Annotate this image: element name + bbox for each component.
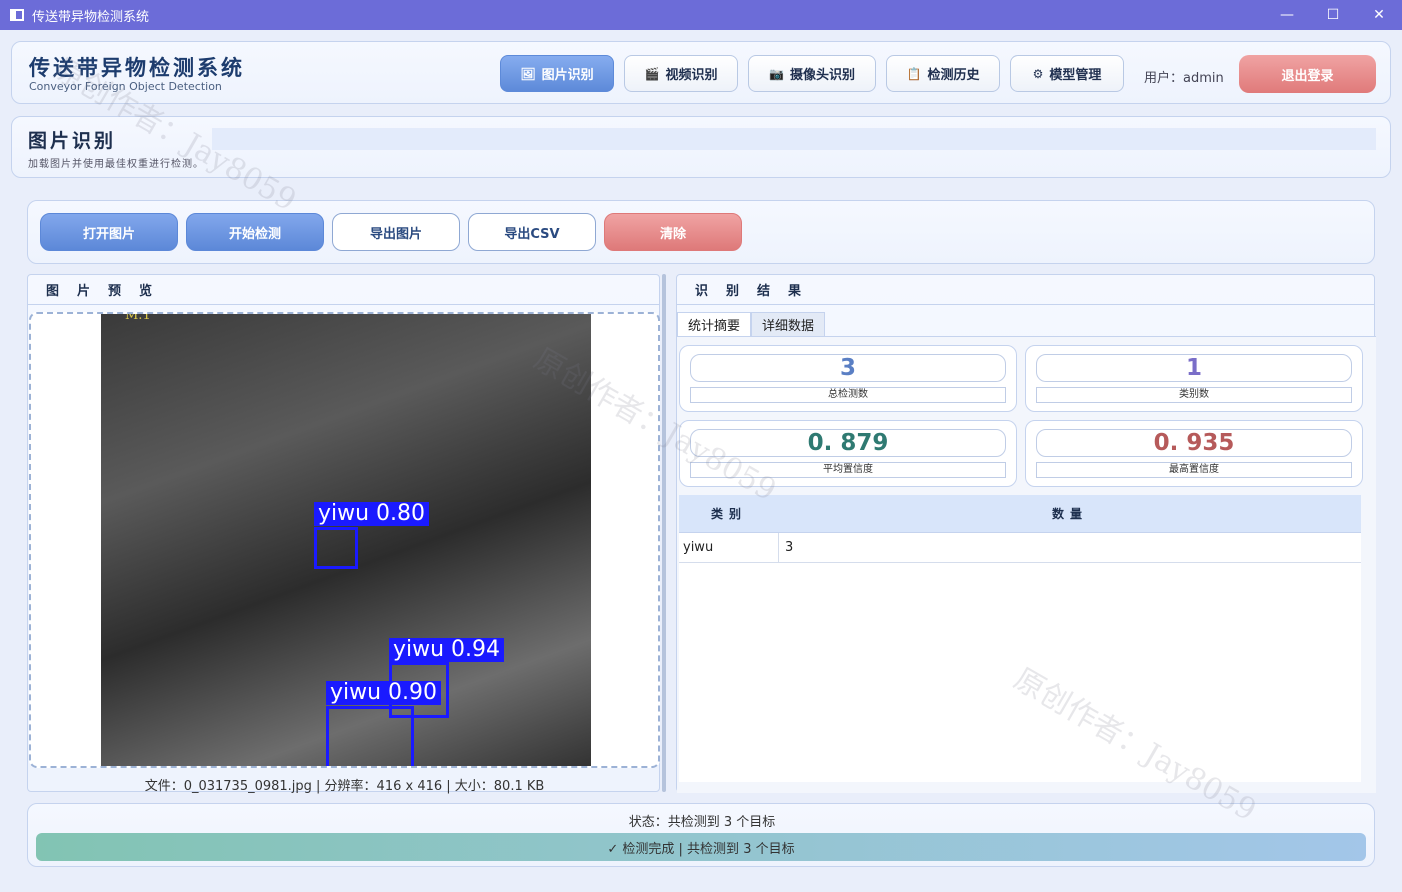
stat-card-max-confidence: 0. 935 最高置信度 <box>1025 420 1363 487</box>
image-corner-label: M.1 <box>125 312 151 323</box>
stat-card-avg-confidence: 0. 879 平均置信度 <box>679 420 1017 487</box>
camera-icon: 📷 <box>769 66 784 81</box>
page-subtitle: 加载图片并使用最佳权重进行检测。 <box>28 159 204 170</box>
detection-box <box>314 527 358 569</box>
nav-label: 检测历史 <box>927 68 980 83</box>
table-cell: yiwu <box>679 533 779 562</box>
nav-camera-recognition[interactable]: 📷 摄像头识别 <box>748 55 876 92</box>
clipboard-icon: 📋 <box>906 66 922 81</box>
preview-box[interactable]: M.1 yiwu 0.80 yiwu 0.94 yiwu 0.90 <box>29 312 660 768</box>
page-title-panel: 图片识别 加载图片并使用最佳权重进行检测。 <box>11 116 1391 178</box>
gear-icon: ⚙ <box>1032 66 1044 81</box>
tab-summary[interactable]: 统计摘要 <box>677 312 752 336</box>
nav-model-management[interactable]: ⚙ 模型管理 <box>1010 55 1124 92</box>
open-image-button[interactable]: 打开图片 <box>40 213 178 251</box>
stat-value: 3 <box>690 354 1006 382</box>
maximize-icon[interactable]: ☐ <box>1310 0 1356 30</box>
preview-header: 图片预览 <box>28 275 659 305</box>
nav-label: 图片识别 <box>541 68 594 83</box>
clear-button[interactable]: 清除 <box>604 213 742 251</box>
table-header: 类别 数量 <box>679 495 1361 533</box>
panel-splitter[interactable] <box>662 274 666 792</box>
stat-card-classes: 1 类别数 <box>1025 345 1363 412</box>
nav-label: 模型管理 <box>1049 68 1102 83</box>
user-label: 用户：admin <box>1144 71 1224 86</box>
main-nav: 🖼 图片识别 🎬 视频识别 📷 摄像头识别 📋 检测历史 ⚙ 模型管理 <box>500 55 1124 92</box>
video-icon: 🎬 <box>644 66 660 81</box>
logout-button[interactable]: 退出登录 <box>1239 55 1376 93</box>
column-header-class[interactable]: 类别 <box>679 495 779 532</box>
stat-label: 类别数 <box>1036 387 1352 403</box>
summary-tab-body: 3 总检测数 1 类别数 0. 879 平均置信度 0. 935 最高置信度 类… <box>677 336 1376 793</box>
nav-detection-history[interactable]: 📋 检测历史 <box>886 55 1000 92</box>
results-panel: 识别结果 统计摘要 详细数据 3 总检测数 1 类别数 0. 879 平均置信度… <box>676 274 1376 793</box>
stat-card-total: 3 总检测数 <box>679 345 1017 412</box>
stat-value: 0. 879 <box>690 429 1006 457</box>
detection-label: yiwu 0.90 <box>326 681 442 705</box>
action-toolbar: 打开图片 开始检测 导出图片 导出CSV 清除 <box>27 200 1375 264</box>
stat-value: 1 <box>1036 354 1352 382</box>
close-icon[interactable]: ✕ <box>1356 0 1402 30</box>
minimize-icon[interactable]: — <box>1264 0 1310 30</box>
file-info: 文件：0_031735_0981.jpg | 分辨率：416 x 416 | 大… <box>144 779 545 794</box>
nav-video-recognition[interactable]: 🎬 视频识别 <box>624 55 738 92</box>
detection-box <box>326 706 414 766</box>
detection-label: yiwu 0.94 <box>389 638 505 662</box>
preview-image: M.1 yiwu 0.80 yiwu 0.94 yiwu 0.90 <box>101 314 591 766</box>
detection-label: yiwu 0.80 <box>314 502 430 526</box>
stat-label: 平均置信度 <box>690 462 1006 478</box>
page-title: 图片识别 <box>28 130 117 152</box>
title-strip <box>212 128 1376 150</box>
brand-subtitle: Conveyor Foreign Object Detection <box>29 80 222 93</box>
app-icon <box>10 9 24 21</box>
nav-label: 视频识别 <box>665 68 718 83</box>
results-tabs: 统计摘要 详细数据 <box>677 312 826 336</box>
stat-label: 最高置信度 <box>1036 462 1352 478</box>
window-controls: — ☐ ✕ <box>1264 0 1402 30</box>
status-panel: 状态：共检测到 3 个目标 ✓ 检测完成 | 共检测到 3 个目标 <box>27 803 1375 867</box>
image-preview-panel: 图片预览 M.1 yiwu 0.80 yiwu 0.94 yiwu 0.90 文… <box>27 274 660 794</box>
table-cell: 3 <box>785 540 794 555</box>
class-count-table: 类别 数量 yiwu 3 <box>679 495 1361 782</box>
start-detect-button[interactable]: 开始检测 <box>186 213 324 251</box>
image-icon: 🖼 <box>520 66 536 81</box>
nav-image-recognition[interactable]: 🖼 图片识别 <box>500 55 614 92</box>
window-title: 传送带异物检测系统 <box>32 9 150 25</box>
brand-title: 传送带异物检测系统 <box>29 55 245 80</box>
stat-label: 总检测数 <box>690 387 1006 403</box>
progress-bar: ✓ 检测完成 | 共检测到 3 个目标 <box>36 833 1366 861</box>
stat-value: 0. 935 <box>1036 429 1352 457</box>
status-text: 状态：共检测到 3 个目标 <box>628 815 776 830</box>
export-csv-button[interactable]: 导出CSV <box>468 213 596 251</box>
column-header-count[interactable]: 数量 <box>779 495 1361 532</box>
results-header: 识别结果 <box>677 275 1374 305</box>
table-row[interactable]: yiwu 3 <box>679 533 1361 563</box>
window-titlebar: 传送带异物检测系统 — ☐ ✕ <box>0 0 1402 30</box>
app-header: 传送带异物检测系统 Conveyor Foreign Object Detect… <box>11 41 1391 104</box>
tab-details[interactable]: 详细数据 <box>751 312 826 336</box>
export-image-button[interactable]: 导出图片 <box>332 213 460 251</box>
nav-label: 摄像头识别 <box>789 68 855 83</box>
